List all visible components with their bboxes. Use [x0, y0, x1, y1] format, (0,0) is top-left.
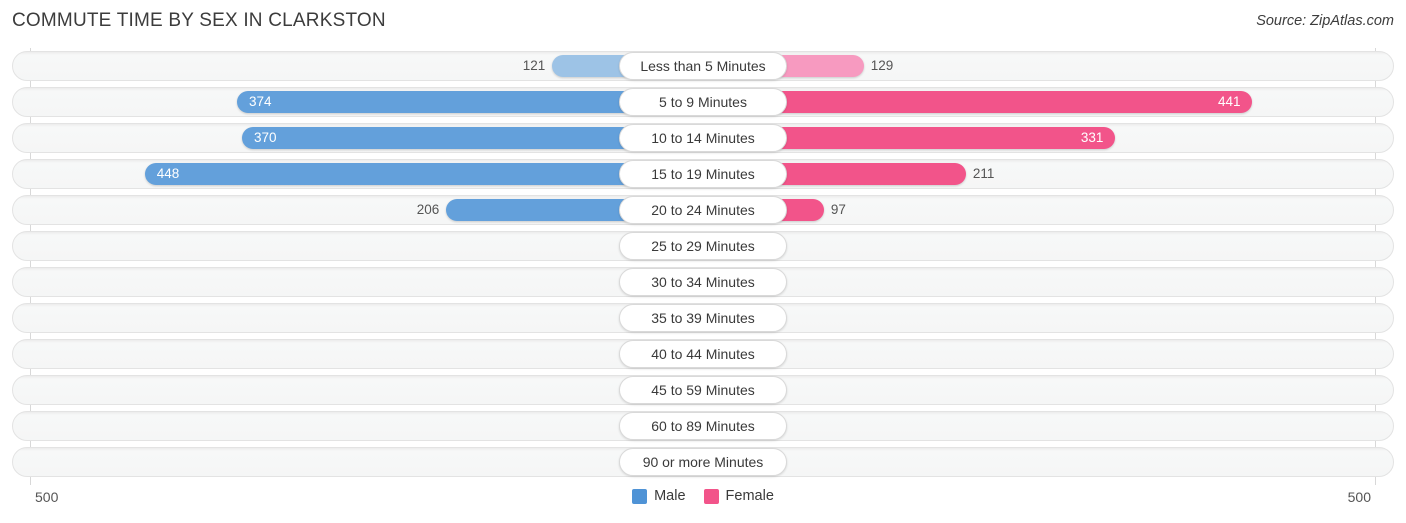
- male-value-label: 41: [0, 272, 644, 292]
- category-label-pill: 45 to 59 Minutes: [619, 376, 787, 404]
- female-value-label: 211: [972, 166, 995, 181]
- category-label-pill: 35 to 39 Minutes: [619, 304, 787, 332]
- male-value-label: 448: [156, 166, 180, 181]
- female-value-label: 331: [1080, 130, 1104, 145]
- legend-label: Male: [654, 488, 686, 504]
- male-value-label: 19: [0, 416, 644, 436]
- bar-rows: 121 129 Less than 5 Minutes 374 441 5 to 9 Mi…: [0, 48, 1406, 480]
- bar-row: 206 97 20 to 24 Minutes: [0, 192, 1406, 228]
- bar-row: 191260 to 89 Minutes: [0, 408, 1406, 444]
- male-value-label: 14: [0, 308, 644, 328]
- legend-label: Female: [725, 488, 774, 504]
- bar-row: 20090 or more Minutes: [0, 444, 1406, 480]
- bar-row: 414730 to 34 Minutes: [0, 264, 1406, 300]
- legend-item[interactable]: Male: [632, 488, 686, 504]
- legend-swatch-icon: [703, 488, 719, 504]
- category-label-pill: 60 to 89 Minutes: [619, 412, 787, 440]
- bar-row: 121 129 Less than 5 Minutes: [0, 48, 1406, 84]
- bar-row: 141435 to 39 Minutes: [0, 300, 1406, 336]
- male-value-label: 121: [522, 58, 546, 73]
- male-value-label: 9: [0, 344, 644, 364]
- bar-row: 9040 to 44 Minutes: [0, 336, 1406, 372]
- bar-row: 374 441 5 to 9 Minutes: [0, 84, 1406, 120]
- male-value-label: 206: [416, 202, 440, 217]
- male-value-label: 0: [0, 236, 644, 256]
- plot-area: 121 129 Less than 5 Minutes 374 441 5 to 9 Mi…: [0, 48, 1406, 485]
- category-label-pill: 20 to 24 Minutes: [619, 196, 787, 224]
- male-value-label: 20: [0, 452, 644, 472]
- page-title: COMMUTE TIME BY SEX IN CLARKSTON: [12, 10, 386, 31]
- male-value-label: 39: [0, 380, 644, 400]
- category-label-pill: 5 to 9 Minutes: [619, 88, 787, 116]
- female-value-label: 97: [830, 202, 846, 217]
- female-value-label: 129: [870, 58, 894, 73]
- category-label-pill: 15 to 19 Minutes: [619, 160, 787, 188]
- source-attribution: Source: ZipAtlas.com: [1256, 13, 1394, 29]
- category-label-pill: Less than 5 Minutes: [619, 52, 787, 80]
- legend-item[interactable]: Female: [703, 488, 774, 504]
- category-label-pill: 40 to 44 Minutes: [619, 340, 787, 368]
- chart-root: COMMUTE TIME BY SEX IN CLARKSTON Source:…: [0, 0, 1406, 523]
- bar-row: 01925 to 29 Minutes: [0, 228, 1406, 264]
- chart-legend: Male Female: [0, 488, 1406, 504]
- female-value-label: 441: [1217, 94, 1241, 109]
- category-label-pill: 30 to 34 Minutes: [619, 268, 787, 296]
- category-label-pill: 25 to 29 Minutes: [619, 232, 787, 260]
- category-label-pill: 90 or more Minutes: [619, 448, 787, 476]
- bar-row: 370 331 10 to 14 Minutes: [0, 120, 1406, 156]
- bar-row: 39045 to 59 Minutes: [0, 372, 1406, 408]
- male-value-label: 374: [248, 94, 272, 109]
- bar-row: 448 211 15 to 19 Minutes: [0, 156, 1406, 192]
- category-label-pill: 10 to 14 Minutes: [619, 124, 787, 152]
- male-value-label: 370: [253, 130, 277, 145]
- legend-swatch-icon: [632, 488, 648, 504]
